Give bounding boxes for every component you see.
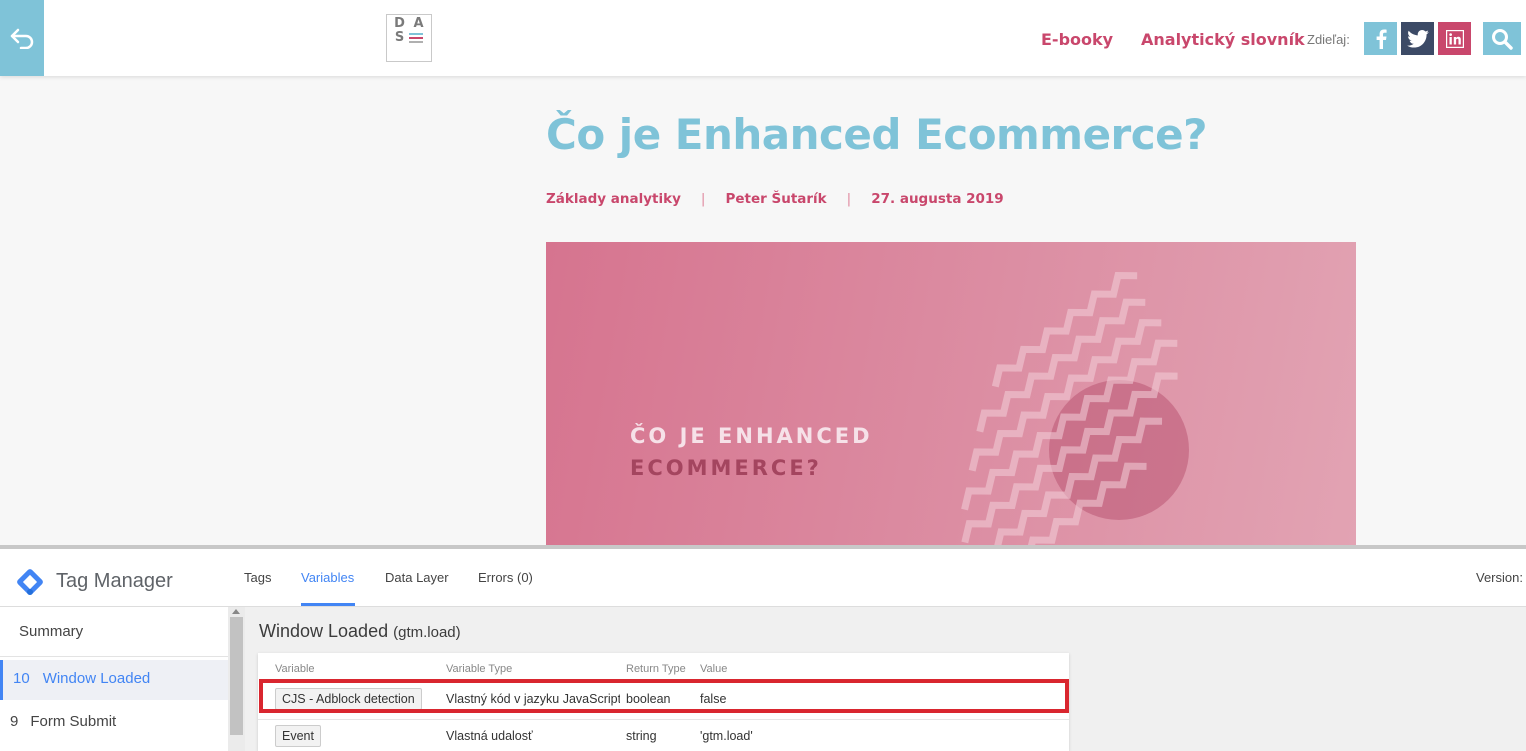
share-facebook-button[interactable] bbox=[1364, 22, 1397, 55]
facebook-icon bbox=[1376, 29, 1387, 49]
event-number: 9 bbox=[10, 713, 19, 730]
scroll-up-icon[interactable] bbox=[232, 609, 240, 614]
article-meta: Základy analytiky | Peter Šutarík | 27. augu… bbox=[546, 191, 1004, 207]
tab-variables[interactable]: Variables bbox=[301, 570, 354, 585]
active-tab-indicator bbox=[301, 603, 355, 606]
article-date: 27. augusta 2019 bbox=[871, 191, 1004, 207]
event-title-id: (gtm.load) bbox=[393, 624, 461, 641]
column-header-value: Value bbox=[700, 663, 728, 675]
column-header-return-type: Return Type bbox=[626, 663, 686, 675]
variable-type-cell: Vlastná udalosť bbox=[446, 729, 533, 743]
back-arrow-icon bbox=[10, 28, 34, 49]
linkedin-icon bbox=[1445, 29, 1464, 48]
meta-separator: | bbox=[846, 191, 852, 207]
highlight-annotation-box bbox=[259, 679, 1069, 713]
nav-ebooks-link[interactable]: E-booky bbox=[1041, 30, 1113, 49]
event-sidebar: Summary 10 Window Loaded 9 Form Submit bbox=[0, 607, 228, 751]
hero-line-1: ČO JE ENHANCED bbox=[630, 424, 873, 448]
logo-letter-s: S bbox=[394, 30, 405, 45]
value-cell: 'gtm.load' bbox=[700, 729, 753, 743]
version-label: Version: bbox=[1476, 570, 1523, 585]
variable-name-chip[interactable]: Event bbox=[275, 725, 321, 747]
site-header: D A S E-booky Analytický slovník Zdieľaj… bbox=[0, 0, 1526, 76]
tag-manager-logo-icon bbox=[17, 569, 43, 595]
gtm-toolbar: Tag Manager Tags Variables Data Layer Er… bbox=[0, 549, 1526, 607]
article-title: Čo je Enhanced Ecommerce? bbox=[546, 110, 1208, 159]
tab-tags[interactable]: Tags bbox=[244, 570, 271, 585]
article-category-link[interactable]: Základy analytiky bbox=[546, 191, 681, 207]
sidebar-scroll-thumb[interactable] bbox=[230, 617, 243, 735]
hero-headline: ČO JE ENHANCED ECOMMERCE? bbox=[630, 420, 873, 484]
share-twitter-button[interactable] bbox=[1401, 22, 1434, 55]
hero-decoration bbox=[961, 271, 1189, 547]
sidebar-item-form-submit[interactable]: 9 Form Submit bbox=[0, 703, 228, 743]
logo-letter-a: A bbox=[413, 16, 424, 31]
share-label: Zdieľaj: bbox=[1307, 32, 1350, 47]
back-button[interactable] bbox=[0, 0, 44, 76]
column-header-variable-type: Variable Type bbox=[446, 663, 513, 675]
event-number: 10 bbox=[13, 670, 30, 687]
share-linkedin-button[interactable] bbox=[1438, 22, 1471, 55]
nav-dictionary-link[interactable]: Analytický slovník bbox=[1141, 30, 1305, 49]
event-title-name: Window Loaded bbox=[259, 621, 389, 641]
tab-data-layer[interactable]: Data Layer bbox=[385, 570, 449, 585]
gtm-debug-panel: Tag Manager Tags Variables Data Layer Er… bbox=[0, 545, 1526, 751]
table-row bbox=[258, 719, 1069, 720]
article-hero-image: ČO JE ENHANCED ECOMMERCE? bbox=[546, 242, 1356, 547]
search-icon bbox=[1492, 28, 1513, 50]
twitter-icon bbox=[1406, 29, 1429, 48]
site-logo[interactable]: D A S bbox=[386, 14, 432, 62]
column-header-variable: Variable bbox=[275, 663, 315, 675]
return-type-cell: string bbox=[626, 729, 657, 743]
hero-line-2: ECOMMERCE? bbox=[630, 456, 822, 480]
search-button[interactable] bbox=[1483, 22, 1521, 55]
gtm-app-name: Tag Manager bbox=[56, 570, 173, 592]
sidebar-item-window-loaded[interactable]: 10 Window Loaded bbox=[0, 660, 228, 700]
sidebar-item-summary[interactable]: Summary bbox=[0, 607, 228, 657]
tab-errors[interactable]: Errors (0) bbox=[478, 570, 533, 585]
event-title: Window Loaded (gtm.load) bbox=[259, 621, 461, 642]
article-author-link[interactable]: Peter Šutarík bbox=[725, 191, 826, 207]
event-label: Window Loaded bbox=[42, 670, 151, 687]
meta-separator: | bbox=[700, 191, 706, 207]
logo-bars-icon bbox=[409, 31, 428, 45]
event-label: Form Submit bbox=[30, 713, 117, 730]
logo-letter-d: D bbox=[394, 16, 405, 31]
